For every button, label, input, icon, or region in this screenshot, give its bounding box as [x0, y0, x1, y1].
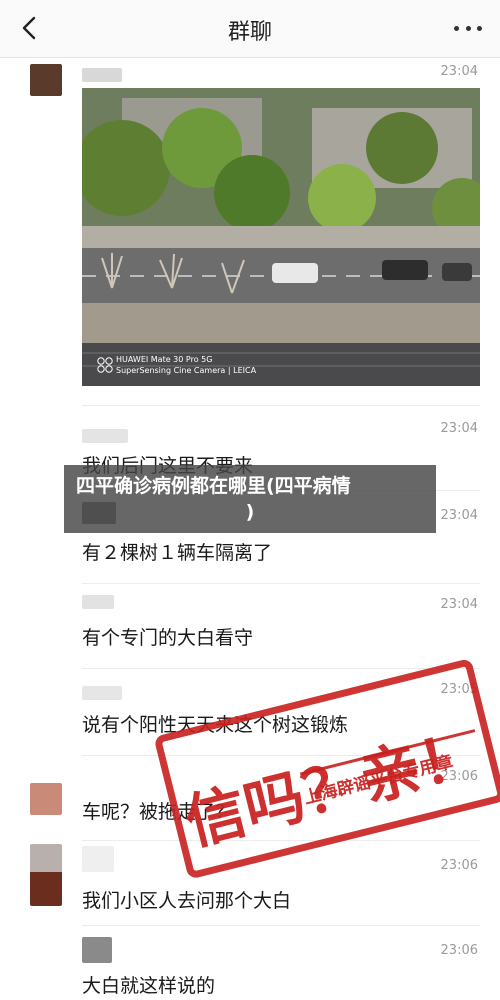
message-time: 23:06	[440, 769, 478, 784]
camera-logo-icon	[97, 357, 113, 373]
street-aerial-photo	[82, 88, 480, 386]
divider	[82, 925, 480, 926]
message-text: 说有个阳性天天来这个树这锻炼	[82, 714, 349, 736]
message-time: 23:05	[440, 682, 478, 697]
message-time: 23:04	[440, 508, 478, 523]
message-text: 有个专门的大白看守	[82, 627, 254, 649]
sender-name	[82, 686, 122, 700]
message-text: 车呢？被拖走了？	[82, 801, 235, 823]
chat-title: 群聊	[227, 20, 272, 45]
message-time: 23:04	[440, 421, 478, 436]
avatar[interactable]	[30, 783, 62, 815]
sender-name	[82, 595, 114, 609]
message-item: 23:06 车呢？被拖走了？	[0, 755, 500, 840]
sender-name	[82, 429, 128, 443]
more-dots-icon[interactable]	[454, 26, 482, 32]
headline-line-1: 四平确诊病例都在哪里(四平病情	[76, 475, 351, 497]
camera-model: HUAWEI Mate 30 Pro 5G	[116, 355, 213, 364]
divider	[82, 405, 480, 406]
divider	[82, 668, 480, 669]
message-text: 大白就这样说的	[82, 975, 216, 997]
message-time: 23:06	[440, 858, 478, 873]
message-item: 23:04 有个专门的大白看守	[0, 583, 500, 668]
headline-line-2: )	[245, 501, 255, 523]
divider	[82, 755, 480, 756]
camera-watermark: HUAWEI Mate 30 Pro 5G SuperSensing Cine …	[96, 354, 256, 376]
message-photo[interactable]: HUAWEI Mate 30 Pro 5G SuperSensing Cine …	[82, 88, 480, 386]
message-item: 23:06 大白就这样说的	[0, 925, 500, 1000]
avatar[interactable]	[30, 64, 62, 96]
headline-banner[interactable]: 四平确诊病例都在哪里(四平病情 )	[64, 465, 436, 533]
avatar[interactable]	[30, 844, 62, 906]
message-time: 23:06	[440, 943, 478, 958]
camera-lens: SuperSensing Cine Camera | LEICA	[116, 366, 257, 375]
message-text: 有２棵树１辆车隔离了	[82, 542, 273, 564]
divider	[82, 840, 480, 841]
sender-name	[82, 937, 112, 963]
sender-name	[82, 68, 122, 82]
message-time: 23:04	[440, 64, 478, 79]
message-text: 我们小区人去问那个大白	[82, 890, 292, 912]
message-item: 23:06 我们小区人去问那个大白	[0, 840, 500, 930]
divider	[82, 583, 480, 584]
chat-header: 群聊	[0, 0, 500, 58]
message-item: 23:05 说有个阳性天天来这个树这锻炼	[0, 668, 500, 758]
sender-name	[82, 846, 114, 872]
message-time: 23:04	[440, 597, 478, 612]
